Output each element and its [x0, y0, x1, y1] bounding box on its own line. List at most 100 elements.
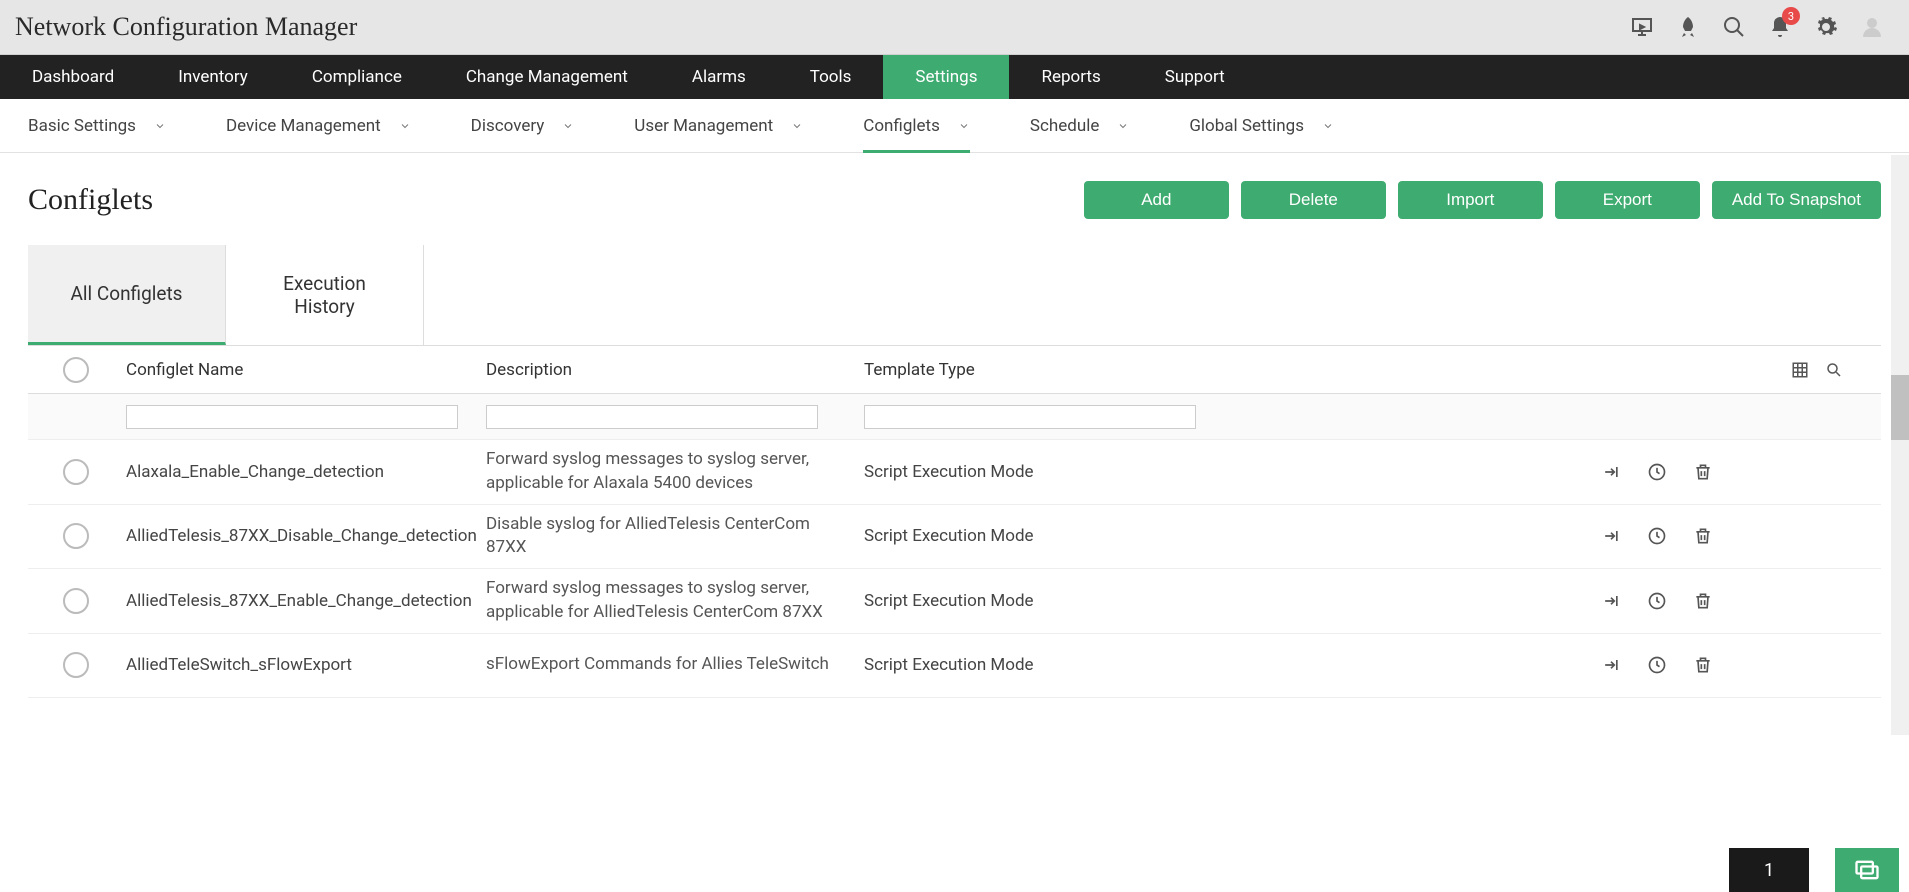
chevron-down-icon	[562, 120, 574, 132]
subnav-label: User Management	[634, 116, 773, 136]
nav-change-management[interactable]: Change Management	[434, 55, 660, 99]
execute-icon[interactable]	[1601, 462, 1621, 482]
row-actions	[1244, 462, 1863, 482]
columns-icon[interactable]	[1791, 361, 1809, 379]
tab-label: Execution History	[283, 272, 366, 318]
search-icon[interactable]	[1722, 15, 1746, 39]
row-checkbox[interactable]	[63, 588, 89, 614]
execute-icon[interactable]	[1601, 591, 1621, 611]
app-title: Network Configuration Manager	[15, 12, 357, 42]
subnav-label: Device Management	[226, 116, 381, 136]
execute-icon[interactable]	[1601, 526, 1621, 546]
presentation-icon[interactable]	[1630, 15, 1654, 39]
delete-icon[interactable]	[1693, 462, 1713, 482]
subnav-device-management[interactable]: Device Management	[226, 99, 411, 152]
subnav-label: Configlets	[863, 116, 940, 136]
delete-icon[interactable]	[1693, 526, 1713, 546]
history-icon[interactable]	[1647, 526, 1667, 546]
cell-type: Script Execution Mode	[864, 655, 1244, 675]
col-header-description[interactable]: Description	[486, 360, 864, 380]
chevron-down-icon	[958, 120, 970, 132]
tab-execution-history[interactable]: Execution History	[226, 245, 424, 345]
add-to-snapshot-button[interactable]: Add To Snapshot	[1712, 181, 1881, 219]
tab-all-configlets[interactable]: All Configlets	[28, 245, 226, 345]
nav-dashboard[interactable]: Dashboard	[0, 55, 146, 99]
cell-type: Script Execution Mode	[864, 462, 1244, 482]
delete-button[interactable]: Delete	[1241, 181, 1386, 219]
row-actions	[1244, 655, 1863, 675]
subnav-label: Basic Settings	[28, 116, 136, 136]
chat-widget[interactable]	[1835, 848, 1899, 892]
chevron-down-icon	[1322, 120, 1334, 132]
top-bar: Network Configuration Manager 3	[0, 0, 1909, 55]
history-icon[interactable]	[1647, 462, 1667, 482]
filter-row	[28, 394, 1881, 440]
nav-inventory[interactable]: Inventory	[146, 55, 280, 99]
scrollbar-thumb[interactable]	[1891, 375, 1909, 440]
action-buttons: Add Delete Import Export Add To Snapshot	[1084, 181, 1881, 219]
cell-name: AlliedTeleSwitch_sFlowExport	[106, 655, 486, 675]
table-row: AlliedTelesis_87XX_Enable_Change_detecti…	[28, 569, 1881, 634]
cell-name: AlliedTelesis_87XX_Enable_Change_detecti…	[106, 591, 486, 611]
table-row: AlliedTeleSwitch_sFlowExportsFlowExport …	[28, 634, 1881, 698]
col-header-type[interactable]: Template Type	[864, 360, 1244, 380]
nav-alarms[interactable]: Alarms	[660, 55, 778, 99]
alarms-count: 1	[1764, 860, 1774, 881]
delete-icon[interactable]	[1693, 591, 1713, 611]
filter-type-input[interactable]	[864, 405, 1196, 429]
subnav-global-settings[interactable]: Global Settings	[1189, 99, 1334, 152]
import-button[interactable]: Import	[1398, 181, 1543, 219]
history-icon[interactable]	[1647, 591, 1667, 611]
row-checkbox[interactable]	[63, 652, 89, 678]
filter-name-input[interactable]	[126, 405, 458, 429]
configlets-panel: All Configlets Execution History Configl…	[28, 245, 1881, 698]
subnav-user-management[interactable]: User Management	[634, 99, 803, 152]
subnav-label: Discovery	[471, 116, 545, 136]
col-header-name[interactable]: Configlet Name	[106, 360, 486, 380]
sub-nav: Basic Settings Device Management Discovery…	[0, 99, 1909, 153]
select-all-checkbox[interactable]	[63, 357, 89, 383]
page-title: Configlets	[28, 183, 153, 217]
row-actions	[1244, 526, 1863, 546]
subnav-schedule[interactable]: Schedule	[1030, 99, 1129, 152]
cell-type: Script Execution Mode	[864, 526, 1244, 546]
export-button[interactable]: Export	[1555, 181, 1700, 219]
history-icon[interactable]	[1647, 655, 1667, 675]
nav-compliance[interactable]: Compliance	[280, 55, 434, 99]
cell-name: Alaxala_Enable_Change_detection	[106, 462, 486, 482]
cell-description: Forward syslog messages to syslog server…	[486, 577, 864, 625]
rocket-icon[interactable]	[1676, 15, 1700, 39]
scrollbar[interactable]	[1891, 155, 1909, 735]
chevron-down-icon	[399, 120, 411, 132]
user-icon[interactable]	[1860, 15, 1884, 39]
bell-icon[interactable]: 3	[1768, 15, 1792, 39]
table-row: Alaxala_Enable_Change_detectionForward s…	[28, 440, 1881, 505]
subnav-label: Schedule	[1030, 116, 1099, 136]
delete-icon[interactable]	[1693, 655, 1713, 675]
nav-support[interactable]: Support	[1133, 55, 1257, 99]
cell-description: Disable syslog for AlliedTelesis CenterC…	[486, 513, 864, 561]
filter-description-input[interactable]	[486, 405, 818, 429]
table-row: AlliedTelesis_87XX_Disable_Change_detect…	[28, 505, 1881, 570]
nav-settings[interactable]: Settings	[883, 55, 1009, 99]
chat-icon	[1853, 856, 1881, 884]
row-actions	[1244, 591, 1863, 611]
cell-type: Script Execution Mode	[864, 591, 1244, 611]
execute-icon[interactable]	[1601, 655, 1621, 675]
add-button[interactable]: Add	[1084, 181, 1229, 219]
row-checkbox[interactable]	[63, 523, 89, 549]
nav-reports[interactable]: Reports	[1009, 55, 1132, 99]
row-checkbox[interactable]	[63, 459, 89, 485]
table-header: Configlet Name Description Template Type	[28, 346, 1881, 394]
subnav-label: Global Settings	[1189, 116, 1304, 136]
search-table-icon[interactable]	[1825, 361, 1843, 379]
gear-icon[interactable]	[1814, 15, 1838, 39]
main-nav: DashboardInventoryComplianceChange Manag…	[0, 55, 1909, 99]
alarms-widget[interactable]: 1	[1729, 848, 1809, 892]
subnav-configlets[interactable]: Configlets	[863, 99, 970, 152]
subnav-discovery[interactable]: Discovery	[471, 99, 575, 152]
cell-description: Forward syslog messages to syslog server…	[486, 448, 864, 496]
nav-tools[interactable]: Tools	[778, 55, 884, 99]
chevron-down-icon	[154, 120, 166, 132]
subnav-basic-settings[interactable]: Basic Settings	[28, 99, 166, 152]
